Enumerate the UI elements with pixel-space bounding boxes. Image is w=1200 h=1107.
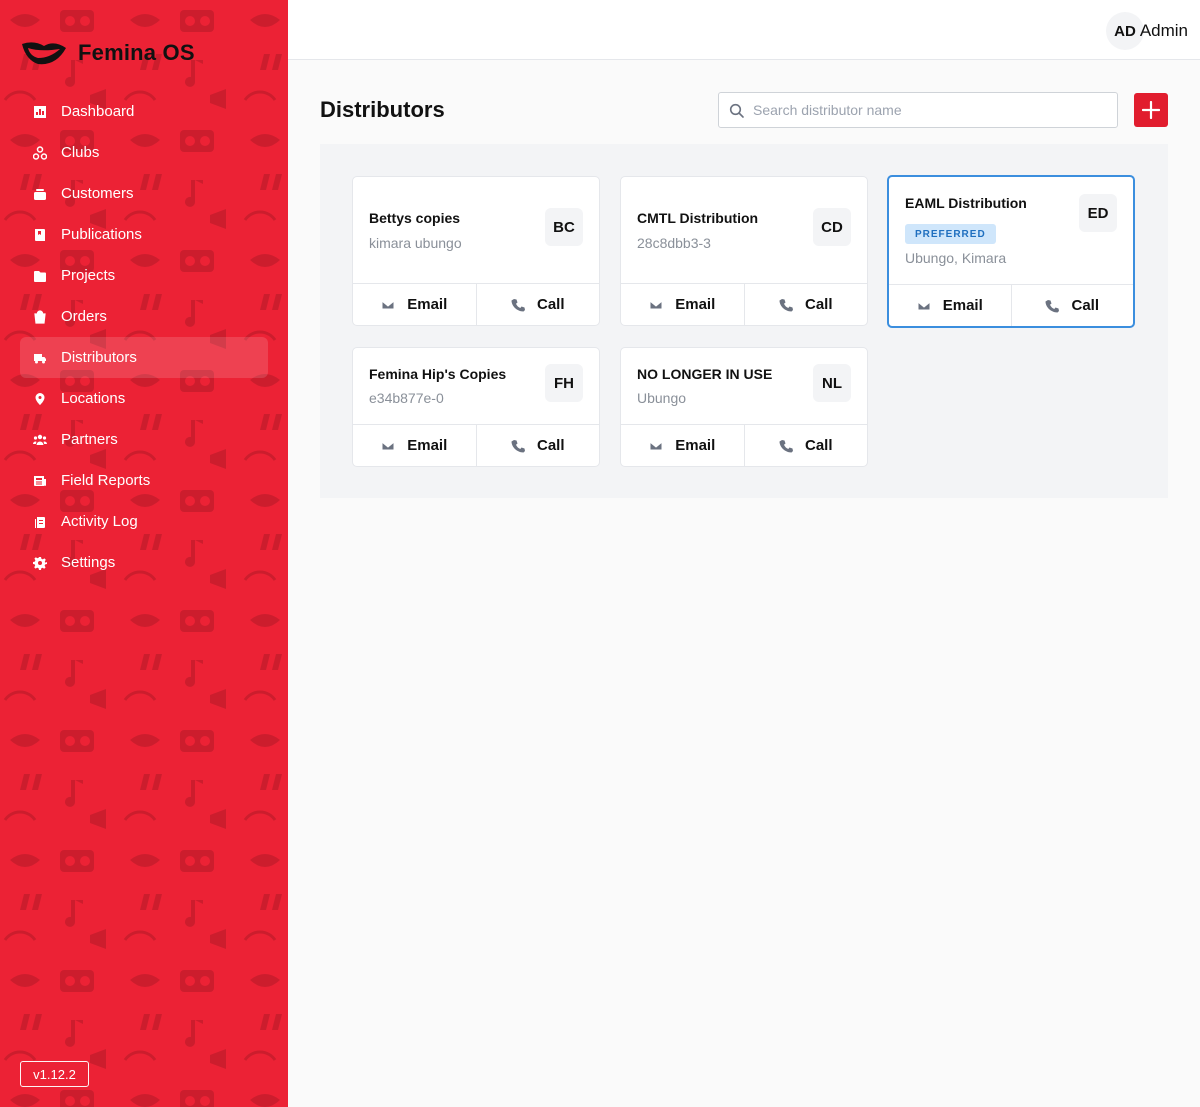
search-box[interactable] xyxy=(718,92,1118,128)
distributor-location: 28c8dbb3-3 xyxy=(637,235,711,251)
clubs-icon xyxy=(33,145,47,160)
shopping-bag-icon xyxy=(33,309,47,324)
app-name: Femina OS xyxy=(78,40,195,65)
sidebar-item-clubs[interactable]: Clubs xyxy=(20,132,268,173)
phone-icon xyxy=(779,439,793,452)
sidebar-item-activity-log[interactable]: Activity Log xyxy=(20,501,268,542)
mail-icon xyxy=(917,301,931,310)
distributor-location: kimara ubungo xyxy=(369,235,462,251)
folder-icon xyxy=(33,269,47,283)
call-button[interactable]: Call xyxy=(1010,285,1134,326)
distributor-name: Femina Hip's Copies xyxy=(369,366,507,382)
distributor-card[interactable]: Femina Hip's Copies e34b877e-0 FH Email … xyxy=(352,347,600,467)
distributor-initials: CD xyxy=(813,208,851,246)
add-distributor-button[interactable] xyxy=(1134,93,1168,127)
sidebar-item-dashboard[interactable]: Dashboard xyxy=(20,91,268,132)
distributor-card-preferred[interactable]: EAML Distribution PREFERRED Ubungo, Kima… xyxy=(887,175,1135,328)
clipboard-icon xyxy=(33,515,47,529)
email-button[interactable]: Email xyxy=(889,285,1011,326)
distributor-name: CMTL Distribution xyxy=(637,210,759,226)
lips-logo-icon xyxy=(22,42,66,65)
sidebar-item-distributors[interactable]: Distributors xyxy=(20,337,268,378)
distributor-location: Ubungo xyxy=(637,390,687,406)
book-icon xyxy=(33,228,47,242)
phone-icon xyxy=(511,439,525,452)
distributor-initials: NL xyxy=(813,364,851,402)
sidebar-item-publications[interactable]: Publications xyxy=(20,214,268,255)
phone-icon xyxy=(779,298,793,311)
sidebar-nav: Dashboard Clubs Customers Publications P… xyxy=(20,91,268,583)
gear-icon xyxy=(33,556,47,570)
truck-icon xyxy=(33,351,47,365)
user-name[interactable]: Admin xyxy=(1140,21,1188,41)
call-button[interactable]: Call xyxy=(475,284,600,325)
users-icon xyxy=(33,433,47,447)
distributor-name: EAML Distribution xyxy=(905,195,1027,211)
email-button[interactable]: Email xyxy=(353,284,476,325)
version-badge: v1.12.2 xyxy=(20,1061,89,1087)
sidebar-item-locations[interactable]: Locations xyxy=(20,378,268,419)
sidebar-item-settings[interactable]: Settings xyxy=(20,542,268,583)
search-icon xyxy=(729,103,744,118)
email-button[interactable]: Email xyxy=(621,284,744,325)
distributor-initials: BC xyxy=(545,208,583,246)
search-input[interactable] xyxy=(753,102,1117,118)
email-button[interactable]: Email xyxy=(353,425,476,466)
customers-icon xyxy=(33,187,47,201)
card-actions: Email Call xyxy=(889,284,1133,326)
sidebar-item-field-reports[interactable]: Field Reports xyxy=(20,460,268,501)
avatar[interactable]: AD xyxy=(1106,12,1144,50)
call-button[interactable]: Call xyxy=(475,425,600,466)
distributor-location: e34b877e-0 xyxy=(369,390,444,406)
page-title: Distributors xyxy=(320,97,445,122)
mail-icon xyxy=(381,441,395,450)
card-actions: Email Call xyxy=(353,283,599,325)
distributor-name: Bettys copies xyxy=(369,210,461,226)
card-actions: Email Call xyxy=(621,283,867,325)
distributor-card[interactable]: NO LONGER IN USE Ubungo NL Email Call xyxy=(620,347,868,467)
sidebar: Femina OS Dashboard Clubs Customers Publ… xyxy=(0,0,288,1107)
card-actions: Email Call xyxy=(353,424,599,466)
sidebar-item-partners[interactable]: Partners xyxy=(20,419,268,460)
phone-icon xyxy=(1045,299,1060,312)
mail-icon xyxy=(381,300,395,309)
mail-icon xyxy=(649,441,663,450)
sidebar-item-orders[interactable]: Orders xyxy=(20,296,268,337)
distributor-location: Ubungo, Kimara xyxy=(905,250,1007,266)
distributor-name: NO LONGER IN USE xyxy=(637,366,773,382)
distributor-initials: ED xyxy=(1079,194,1117,232)
plus-icon xyxy=(1142,101,1160,119)
call-button[interactable]: Call xyxy=(743,284,868,325)
newspaper-icon xyxy=(33,474,47,488)
mail-icon xyxy=(649,300,663,309)
sidebar-item-customers[interactable]: Customers xyxy=(20,173,268,214)
top-bar: AD Admin xyxy=(288,0,1200,60)
app-logo[interactable]: Femina OS xyxy=(20,38,195,68)
phone-icon xyxy=(511,298,525,311)
map-pin-icon xyxy=(33,392,47,406)
call-button[interactable]: Call xyxy=(743,425,868,466)
sidebar-item-projects[interactable]: Projects xyxy=(20,255,268,296)
distributor-card[interactable]: Bettys copies kimara ubungo BC Email Cal… xyxy=(352,176,600,326)
email-button[interactable]: Email xyxy=(621,425,744,466)
preferred-badge: PREFERRED xyxy=(905,224,996,244)
distributor-card[interactable]: CMTL Distribution 28c8dbb3-3 CD Email Ca… xyxy=(620,176,868,326)
card-actions: Email Call xyxy=(621,424,867,466)
distributor-initials: FH xyxy=(545,364,583,402)
chart-icon xyxy=(33,105,47,119)
